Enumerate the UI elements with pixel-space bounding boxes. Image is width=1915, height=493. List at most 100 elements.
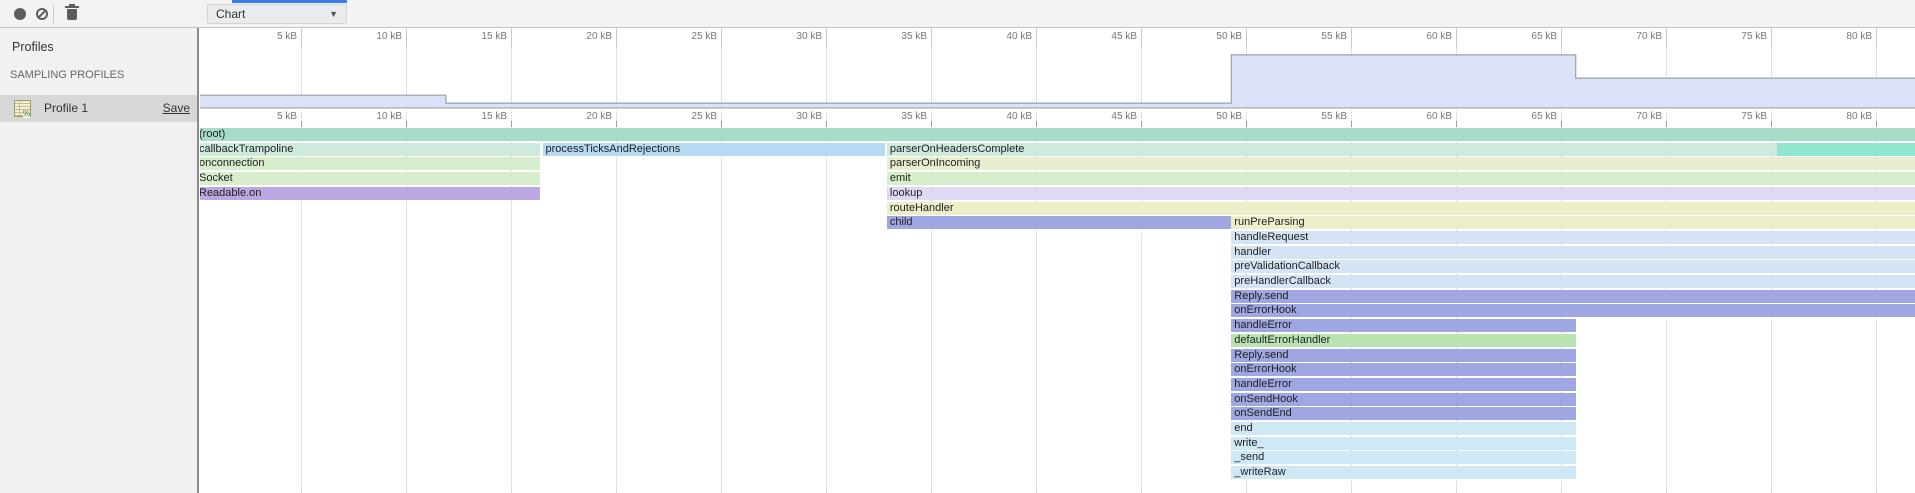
trash-icon: [67, 9, 77, 20]
ruler-tick: [1036, 28, 1037, 47]
ruler-label: 75 kB: [1703, 111, 1767, 122]
flame-bar-onErrorHook[interactable]: onErrorHook: [1231, 363, 1575, 376]
flame-bar-onSendHook[interactable]: onSendHook: [1231, 393, 1575, 406]
ruler-label: 70 kB: [1598, 111, 1662, 122]
toolbar-separator: [53, 5, 54, 23]
flame-bar-processTicksAndRejections[interactable]: processTicksAndRejections: [543, 143, 885, 156]
sidebar-item-profile-1[interactable]: % Profile 1 Save: [0, 95, 197, 122]
ruler-label: 15 kB: [443, 111, 507, 122]
ruler-tick: [721, 121, 722, 127]
ruler-label: 55 kB: [1283, 111, 1347, 122]
ruler-tick: [1141, 28, 1142, 47]
ruler-tick: [1876, 28, 1877, 47]
profile-chart-icon: %: [14, 100, 31, 117]
flame-bar-Reply.send[interactable]: Reply.send: [1231, 349, 1575, 362]
gridline: [1036, 47, 1037, 493]
chart-view-select[interactable]: Chart ▼: [207, 4, 347, 24]
flame-bar-preHandlerCallback[interactable]: preHandlerCallback: [1231, 275, 1915, 288]
flame-bar-Readable.on[interactable]: Readable.on: [200, 187, 540, 200]
gridline: [931, 47, 932, 493]
ruler-tick: [931, 121, 932, 127]
ruler-label: 25 kB: [653, 111, 717, 122]
flame-bar-child[interactable]: child: [887, 216, 1231, 229]
ruler-label: 75 kB: [1703, 31, 1767, 42]
flame-bar-parserOnIncoming[interactable]: parserOnIncoming: [887, 157, 1915, 170]
flame-bar-preValidationCallback[interactable]: preValidationCallback: [1231, 260, 1915, 273]
gridline: [301, 47, 302, 493]
flame-bar-unlabeled[interactable]: [1777, 143, 1915, 156]
ruler-label: 65 kB: [1493, 31, 1557, 42]
ruler-tick: [1246, 121, 1247, 127]
flame-bar-onErrorHook[interactable]: onErrorHook: [1231, 304, 1915, 317]
ruler-label: 45 kB: [1073, 111, 1137, 122]
ruler-tick: [616, 121, 617, 127]
ruler-tick: [511, 121, 512, 127]
flame-bar-onSendEnd[interactable]: onSendEnd: [1231, 407, 1575, 420]
ruler-tick: [511, 28, 512, 47]
flame-bar-lookup[interactable]: lookup: [887, 187, 1915, 200]
ruler-label: 45 kB: [1073, 31, 1137, 42]
ruler-tick: [1771, 121, 1772, 127]
flame-chart-pane: 5 kB10 kB15 kB20 kB25 kB30 kB35 kB40 kB4…: [200, 28, 1915, 493]
flame-bar-end[interactable]: end: [1231, 422, 1575, 435]
ruler-tick: [1771, 28, 1772, 47]
chart-view-select-value: Chart: [216, 7, 245, 21]
ruler-label: 70 kB: [1598, 31, 1662, 42]
ruler-label: 20 kB: [548, 31, 612, 42]
save-link[interactable]: Save: [163, 101, 190, 115]
ruler-tick: [1456, 121, 1457, 127]
overview-pane[interactable]: [200, 47, 1915, 108]
flame-bar-parserOnHeadersComplete[interactable]: parserOnHeadersComplete: [887, 143, 1777, 156]
flame-bar-routeHandler[interactable]: routeHandler: [887, 202, 1915, 215]
flame-bar-handleError[interactable]: handleError: [1231, 319, 1575, 332]
delete-profile-button[interactable]: [60, 0, 84, 28]
flame-bar-handler[interactable]: handler: [1231, 246, 1915, 259]
overview-silhouette: [200, 47, 1915, 108]
ruler-label: 65 kB: [1493, 111, 1557, 122]
flame-bar-callbackTrampoline[interactable]: callbackTrampoline: [200, 143, 540, 156]
record-button[interactable]: [8, 0, 32, 28]
sampling-profiles-section-header: SAMPLING PROFILES: [10, 69, 124, 81]
ruler-label: 50 kB: [1178, 31, 1242, 42]
flame-bar-Reply.send[interactable]: Reply.send: [1231, 290, 1915, 303]
flame-bar-write_[interactable]: write_: [1231, 437, 1575, 450]
sidebar-title: Profiles: [12, 40, 54, 54]
ruler-tick: [1666, 121, 1667, 127]
active-tab-underline: [232, 0, 347, 3]
ruler-label: 35 kB: [863, 31, 927, 42]
ruler-tick: [1876, 121, 1877, 127]
ruler-label: 60 kB: [1388, 31, 1452, 42]
clear-icon: [36, 8, 48, 20]
ruler-label: 5 kB: [233, 111, 297, 122]
flame-bar-emit[interactable]: emit: [887, 172, 1915, 185]
ruler-tick: [406, 28, 407, 47]
gridline: [511, 47, 512, 493]
ruler-label: 80 kB: [1808, 111, 1872, 122]
ruler-label: 10 kB: [338, 111, 402, 122]
ruler-tick: [826, 121, 827, 127]
flame-bar-handleError[interactable]: handleError: [1231, 378, 1575, 391]
ruler-label: 20 kB: [548, 111, 612, 122]
ruler-label: 30 kB: [758, 31, 822, 42]
flame-bar-_send[interactable]: _send: [1231, 451, 1575, 464]
ruler-tick: [1351, 28, 1352, 47]
flame-bar-runPreParsing[interactable]: runPreParsing: [1231, 216, 1915, 229]
ruler-tick: [931, 28, 932, 47]
overview-bottom-border: [200, 108, 1915, 109]
flame-bar-_writeRaw[interactable]: _writeRaw: [1231, 466, 1575, 479]
flame-bar-handleRequest[interactable]: handleRequest: [1231, 231, 1915, 244]
ruler-label: 10 kB: [338, 31, 402, 42]
ruler-tick: [1036, 121, 1037, 127]
flame-bar-(root)[interactable]: (root): [200, 128, 1915, 141]
percent-glyph: %: [23, 110, 30, 118]
ruler-tick: [1246, 28, 1247, 47]
ruler-tick: [1141, 121, 1142, 127]
clear-button[interactable]: [30, 0, 54, 28]
ruler-tick: [616, 28, 617, 47]
ruler-label: 60 kB: [1388, 111, 1452, 122]
flame-bar-Socket[interactable]: Socket: [200, 172, 540, 185]
profiles-sidebar: Profiles SAMPLING PROFILES % Profile 1 S…: [0, 28, 199, 493]
ruler-label: 5 kB: [233, 31, 297, 42]
flame-bar-onconnection[interactable]: onconnection: [200, 157, 540, 170]
flame-bar-defaultErrorHandler[interactable]: defaultErrorHandler: [1231, 334, 1575, 347]
